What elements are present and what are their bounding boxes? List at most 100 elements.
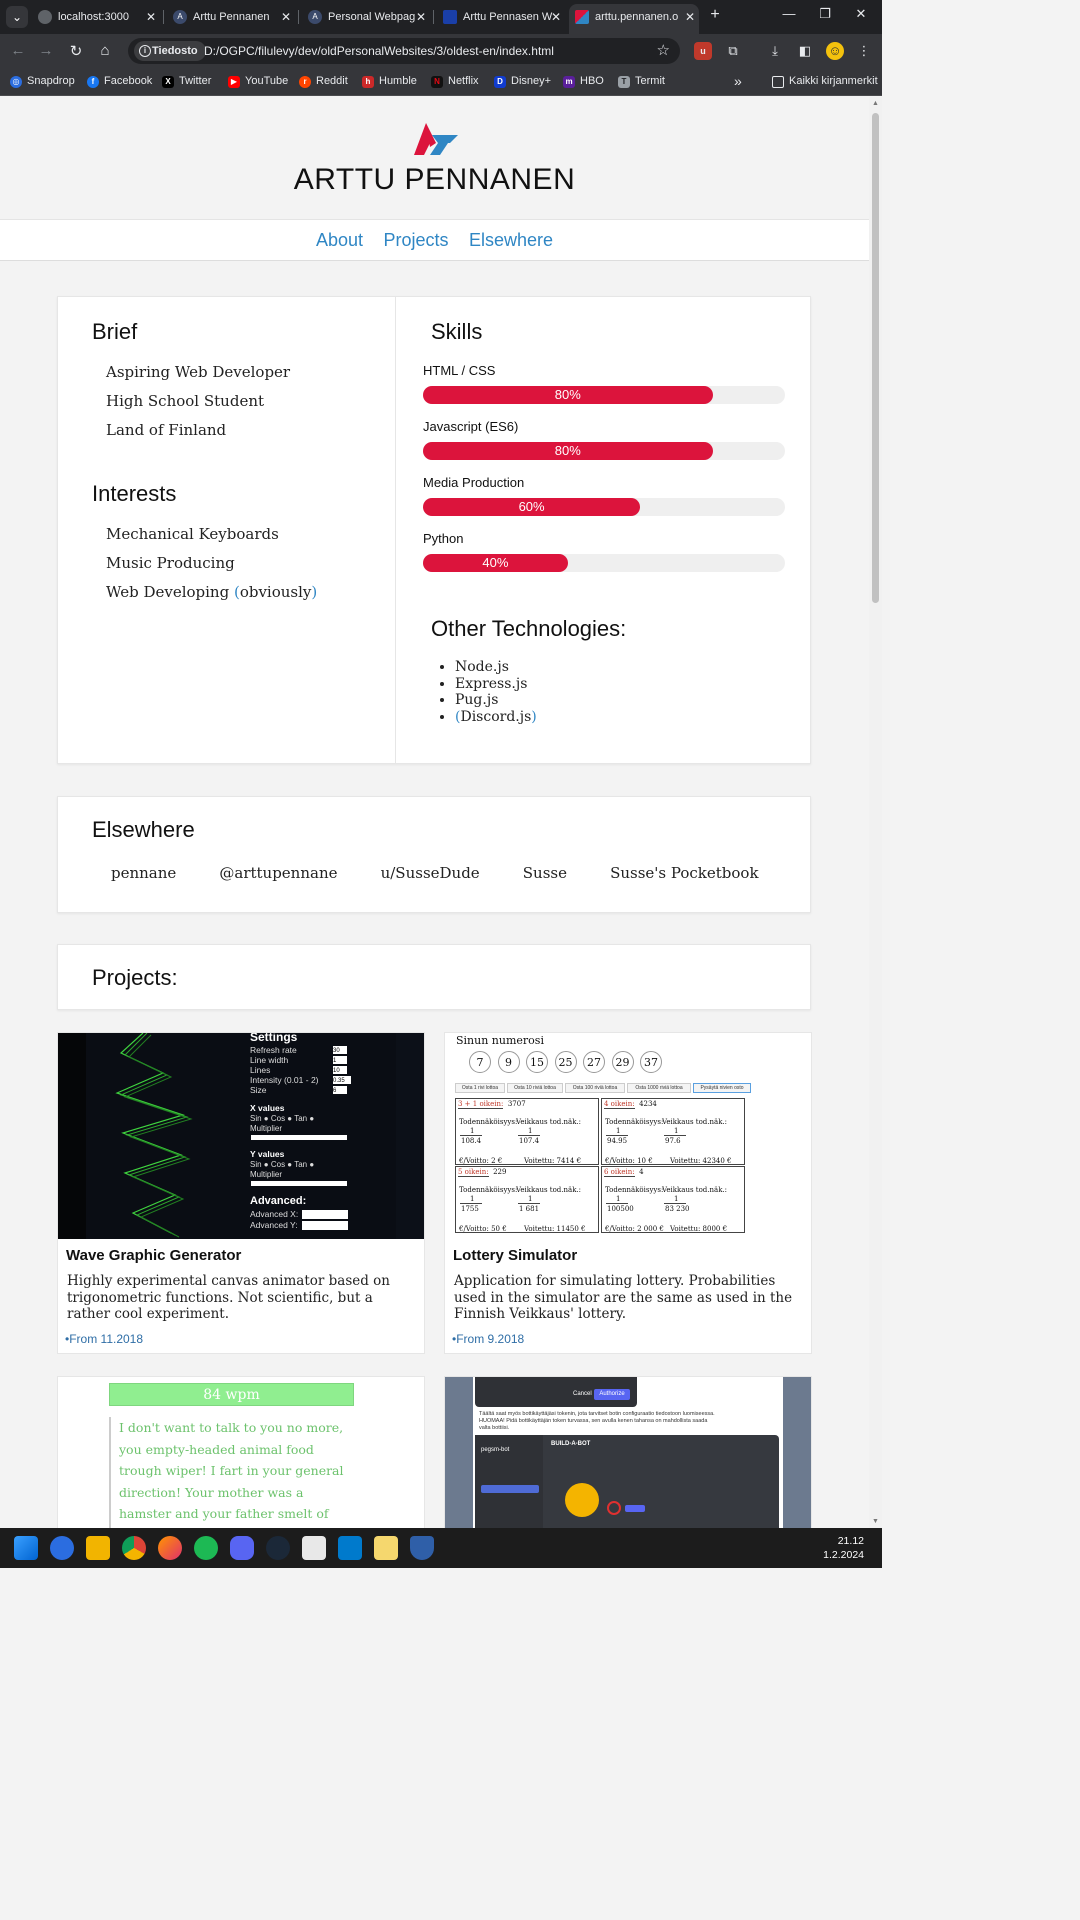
windows-taskbar: 21.12 1.2.2024 — [0, 1528, 882, 1568]
project-screenshot: Sinun numerosi 7 9 15 25 27 29 37 Osta 1 rivi … — [445, 1033, 811, 1239]
brief-item: High School Student — [106, 392, 265, 410]
facebook-icon: f — [87, 76, 99, 88]
project-card[interactable]: Cancel Authorize Täältä saat myös bottik… — [444, 1376, 812, 1528]
nav-elsewhere[interactable]: Elsewhere — [469, 220, 553, 260]
snipping-tool-icon[interactable] — [302, 1536, 326, 1560]
lotto-button: Osta 10 riviä lottoa — [507, 1083, 563, 1093]
bookmark-twitter[interactable]: X Twitter — [162, 68, 211, 95]
steam-icon[interactable] — [266, 1536, 290, 1560]
project-card[interactable]: Settings Refresh rate Line width Lines I… — [57, 1032, 425, 1354]
site-a-icon: A — [173, 10, 187, 24]
tab-personal-webpage[interactable]: A Personal Webpag ✕ — [302, 4, 430, 30]
lotto-number: 15 — [526, 1051, 548, 1073]
lotto-result-box: 4 oikein: 4234 Todennäköisyys: Veikkaus to… — [601, 1098, 745, 1165]
restore-icon[interactable]: ❐ — [815, 6, 835, 22]
site-info-chip[interactable]: Tiedosto — [134, 41, 206, 61]
link-twitter[interactable]: @arttupennane — [219, 864, 337, 882]
x-icon: X — [162, 76, 174, 88]
tab-active[interactable]: arttu.pennanen.o ✕ — [569, 4, 699, 34]
tab-localhost[interactable]: localhost:3000 ✕ — [32, 4, 160, 30]
bookmark-facebook[interactable]: f Facebook — [87, 68, 152, 95]
other-tech-list: Node.js Express.js Pug.js (Discord.js) — [455, 659, 537, 725]
bookmark-disney[interactable]: D Disney+ — [494, 68, 551, 95]
bookmarks-overflow-icon[interactable]: » — [734, 68, 742, 95]
close-tab-icon[interactable]: ✕ — [685, 4, 695, 30]
project-title[interactable]: Wave Graphic Generator — [66, 1247, 241, 1264]
bookmark-termit[interactable]: T Termit — [618, 68, 665, 95]
spotify-icon[interactable] — [194, 1536, 218, 1560]
youtube-icon: ▶ — [228, 76, 240, 88]
brief-heading: Brief — [92, 319, 138, 344]
address-bar[interactable]: Tiedosto D:/OGPC/filulevy/dev/oldPersona… — [128, 38, 680, 64]
ublock-icon[interactable]: u — [694, 42, 712, 60]
firefox-icon[interactable] — [158, 1536, 182, 1560]
file-explorer-icon[interactable] — [86, 1536, 110, 1560]
lotto-button: Osta 100 riviä lottoa — [565, 1083, 625, 1093]
lotto-number: 9 — [497, 1051, 520, 1073]
project-card[interactable]: Sinun numerosi 7 9 15 25 27 29 37 Osta 1 rivi … — [444, 1032, 812, 1354]
discord-icon[interactable] — [230, 1536, 254, 1560]
mail-icon[interactable] — [50, 1536, 74, 1560]
bookmark-snapdrop[interactable]: ◎ Snapdrop — [10, 68, 75, 95]
nav-projects[interactable]: Projects — [383, 220, 448, 260]
address-url[interactable]: D:/OGPC/filulevy/dev/oldPersonalWebsites… — [204, 38, 554, 64]
elsewhere-links: pennane @arttupennane u/SusseDude Susse … — [92, 863, 797, 882]
site-square-icon — [443, 10, 457, 24]
menu-dots-icon[interactable]: ⋮ — [855, 42, 873, 60]
close-window-icon[interactable]: ✕ — [851, 6, 871, 22]
security-shield-icon[interactable] — [410, 1536, 434, 1560]
bookmark-reddit[interactable]: r Reddit — [299, 68, 348, 95]
chrome-icon[interactable] — [122, 1536, 146, 1560]
brief-item: Land of Finland — [106, 421, 227, 439]
project-date: •From 9.2018 — [452, 1332, 525, 1346]
project-title[interactable]: Lottery Simulator — [453, 1247, 577, 1264]
interest-item: Music Producing — [106, 554, 235, 572]
bookmark-star-icon[interactable]: ☆ — [657, 41, 670, 59]
skill-bar-fill: 60% — [423, 498, 641, 516]
hbo-icon: m — [563, 76, 575, 88]
tab-search-icon[interactable]: ⌄ — [6, 6, 28, 28]
reload-icon[interactable]: ↻ — [67, 42, 85, 60]
lotto-number: 25 — [554, 1051, 577, 1073]
all-bookmarks-folder[interactable]: Kaikki kirjanmerkit — [772, 68, 878, 95]
page-scrollbar[interactable]: ▲ ▼ — [869, 97, 882, 1528]
bookmark-netflix[interactable]: N Netflix — [431, 68, 479, 95]
skill-bar: 80% — [423, 386, 785, 404]
tab-arttu-pennasen[interactable]: Arttu Pennasen W ✕ — [437, 4, 565, 30]
tab-arttu-pennanen[interactable]: A Arttu Pennanen ✕ — [167, 4, 295, 30]
link-susse[interactable]: Susse — [523, 864, 567, 882]
close-tab-icon[interactable]: ✕ — [281, 4, 291, 30]
bookmark-humble[interactable]: h Humble — [362, 68, 417, 95]
link-github[interactable]: pennane — [111, 864, 176, 882]
close-tab-icon[interactable]: ✕ — [416, 4, 426, 30]
profile-avatar-icon[interactable]: ☺ — [826, 42, 844, 60]
notepad-icon[interactable] — [374, 1536, 398, 1560]
taskbar-clock[interactable]: 21.12 1.2.2024 — [823, 1534, 864, 1562]
project-card[interactable]: 84 wpm I don't want to talk to you no mo… — [57, 1376, 425, 1528]
skill-name: Javascript (ES6) — [423, 419, 519, 434]
download-icon[interactable]: ⤓ — [766, 42, 784, 60]
vscode-icon[interactable] — [338, 1536, 362, 1560]
side-panel-icon[interactable]: ◧ — [796, 42, 814, 60]
bookmark-youtube[interactable]: ▶ YouTube — [228, 68, 288, 95]
start-icon[interactable] — [14, 1536, 38, 1560]
back-icon[interactable]: ← — [9, 42, 27, 59]
tech-item: Node.js — [455, 659, 537, 676]
home-icon[interactable]: ⌂ — [96, 42, 114, 59]
site-header: ARTTU PENNANEN — [0, 97, 869, 219]
new-tab-icon[interactable]: + — [706, 6, 724, 24]
lotto-button: Pysäytä nivien osto — [693, 1083, 751, 1093]
scrollbar-thumb[interactable] — [872, 113, 879, 603]
nav-about[interactable]: About — [316, 220, 363, 260]
elsewhere-heading: Elsewhere — [92, 817, 195, 842]
lotto-result-box: 6 oikein: 4 Todennäköisyys: Veikkaus tod.n… — [601, 1166, 745, 1233]
close-tab-icon[interactable]: ✕ — [146, 4, 156, 30]
bookmark-hbo[interactable]: m HBO — [563, 68, 604, 95]
forward-icon[interactable]: → — [37, 42, 55, 59]
minimize-icon[interactable]: — — [779, 6, 799, 21]
extensions-icon[interactable]: ⧉ — [724, 42, 742, 60]
link-reddit[interactable]: u/SusseDude — [381, 864, 480, 882]
humble-icon: h — [362, 76, 374, 88]
link-pocketbook[interactable]: Susse's Pocketbook — [610, 864, 758, 882]
close-tab-icon[interactable]: ✕ — [551, 4, 561, 30]
